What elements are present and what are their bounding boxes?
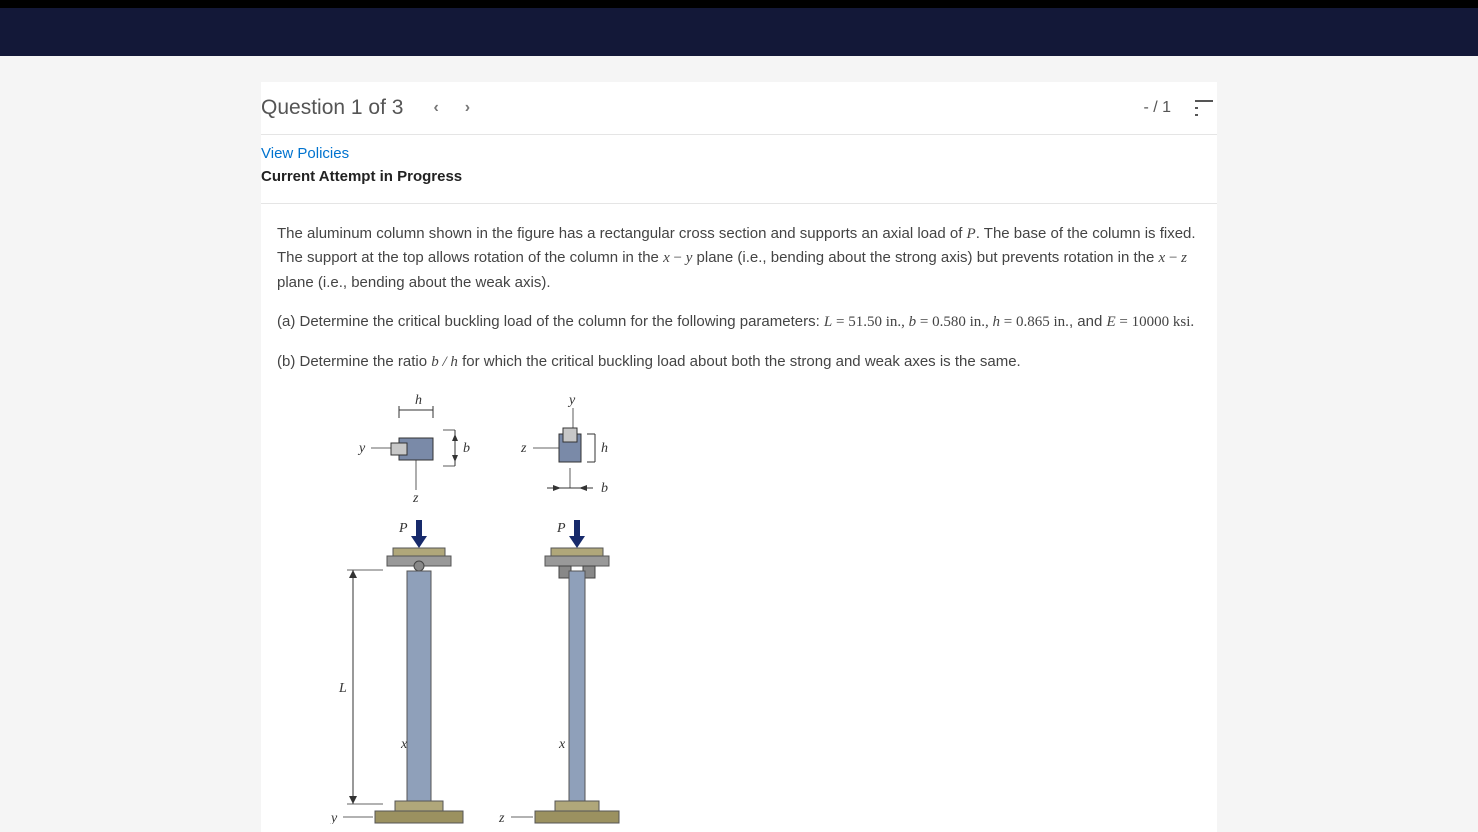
label-b: b <box>463 441 470 456</box>
window-top-strip <box>0 0 1478 8</box>
question-number-label: Question 1 of 3 <box>261 96 403 120</box>
column-diagram: h y b <box>313 394 653 824</box>
and-text: , and <box>1069 313 1107 330</box>
question-panel: Question 1 of 3 ‹ › - / 1 View Policies … <box>261 82 1217 832</box>
prev-question-button[interactable]: ‹ <box>433 99 438 117</box>
part-b-text: (b) Determine the ratio <box>277 353 431 370</box>
problem-content: The aluminum column shown in the figure … <box>261 203 1217 832</box>
label-P2: P <box>556 521 566 536</box>
label-z3: z <box>498 811 505 824</box>
problem-intro: The aluminum column shown in the figure … <box>277 222 1201 294</box>
label-b2: b <box>601 481 608 496</box>
label-z: z <box>412 491 419 506</box>
sym-z: z <box>1181 250 1187 266</box>
sym-L: L <box>824 314 832 330</box>
val-h: = 0.865 in. <box>1000 314 1069 330</box>
view-policies-link[interactable]: View Policies <box>261 145 1217 162</box>
label-x2: x <box>558 737 566 752</box>
sym-x: x <box>663 250 670 266</box>
label-h: h <box>415 394 422 408</box>
label-y3: y <box>329 811 338 824</box>
label-h2: h <box>601 441 608 456</box>
part-b: (b) Determine the ratio b / h for which … <box>277 350 1201 374</box>
problem-figure: h y b <box>277 390 1201 831</box>
intro-text-4: plane (i.e., bending about the weak axis… <box>277 274 551 291</box>
next-question-button[interactable]: › <box>465 99 470 117</box>
label-z2: z <box>520 441 527 456</box>
meta-row: View Policies Current Attempt in Progres… <box>261 135 1217 203</box>
label-P: P <box>398 521 408 536</box>
part-a: (a) Determine the critical buckling load… <box>277 310 1201 334</box>
label-L: L <box>338 681 347 696</box>
val-b: = 0.580 in. <box>916 314 985 330</box>
part-b-text-2: for which the critical buckling load abo… <box>458 353 1021 370</box>
label-x: x <box>400 737 408 752</box>
question-header: Question 1 of 3 ‹ › - / 1 <box>261 82 1217 134</box>
question-list-icon[interactable] <box>1195 100 1213 116</box>
attempt-status: Current Attempt in Progress <box>261 162 1217 197</box>
val-L: = 51.50 in. <box>832 314 901 330</box>
part-a-text: (a) Determine the critical buckling load… <box>277 313 824 330</box>
label-y: y <box>357 441 366 456</box>
question-nav: ‹ › <box>433 99 470 117</box>
app-header-bar <box>0 8 1478 56</box>
label-y2: y <box>567 394 576 408</box>
intro-text-3: plane (i.e., bending about the strong ax… <box>692 249 1158 266</box>
sym-h: h <box>993 314 1001 330</box>
intro-text: The aluminum column shown in the figure … <box>277 225 967 242</box>
score-label: - / 1 <box>1143 99 1171 117</box>
sym-E: E <box>1106 314 1115 330</box>
val-E: = 10000 ksi. <box>1116 314 1194 330</box>
ratio-bh: b / h <box>431 354 458 370</box>
